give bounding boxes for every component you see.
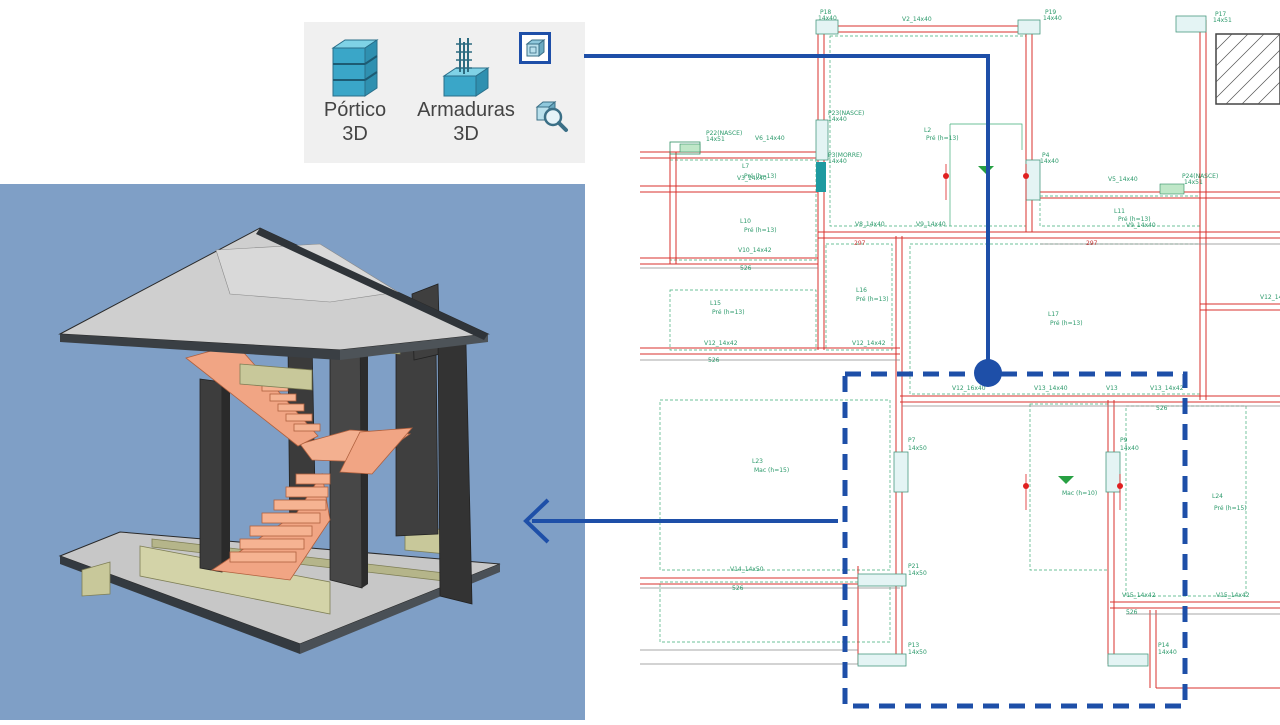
plan-label: L11 xyxy=(1114,208,1125,215)
plan-label: V12_16x40 xyxy=(952,385,986,392)
plan-label: V13_14x42 xyxy=(1150,385,1184,392)
plan-label: V5_14x40 xyxy=(1108,176,1138,183)
plan-label: V2_14x40 xyxy=(902,16,932,23)
plan-label: L15 xyxy=(710,300,721,307)
plan-label: 14x50 xyxy=(908,445,927,452)
plan-label: P9 xyxy=(1120,437,1128,444)
plan-label: 526 xyxy=(708,357,720,364)
plan-label: L16 xyxy=(856,287,867,294)
plan-label: 14x51 xyxy=(706,136,725,143)
plan-label: V9_14x40 xyxy=(916,221,946,228)
plan-label: 526 xyxy=(1126,609,1138,616)
plan-label: P13 xyxy=(908,642,919,649)
plan-label: Pré (h=13) xyxy=(1050,320,1083,327)
plan-label: Pré (h=13) xyxy=(712,309,745,316)
plan-label: P21 xyxy=(908,563,919,570)
ribbon-toolbar: Pórtico 3D Armaduras 3D xyxy=(304,22,585,163)
plan-label: 14x40 xyxy=(1043,15,1062,22)
plan-label: 297 xyxy=(854,240,866,247)
plan-label: 14x40 xyxy=(828,116,847,123)
view-3d-button[interactable] xyxy=(519,32,551,64)
armaduras-3d-button[interactable]: Armaduras 3D xyxy=(408,36,524,146)
plan-label: V13_14x40 xyxy=(1034,385,1068,392)
plan-label: 297 xyxy=(1086,240,1098,247)
plan-label: V8_14x40 xyxy=(855,221,885,228)
plan-svg: P1814x40 V2_14x40P1914x40P1714x51P23(NASC… xyxy=(640,9,1280,689)
zoom-3d-button[interactable] xyxy=(533,97,569,133)
plan-labels: P1814x40 V2_14x40P1914x40P1714x51P23(NASC… xyxy=(704,9,1280,656)
plan-label: L7 xyxy=(742,163,749,170)
plan-label: 14x40 xyxy=(818,15,837,22)
plan-label: Pré (h=13) xyxy=(926,135,959,142)
plan-label: Pré (h=13) xyxy=(856,296,889,303)
plan-label: P14 xyxy=(1158,642,1169,649)
portico-3d-button[interactable]: Pórtico 3D xyxy=(310,36,400,146)
zoom-3d-icon xyxy=(535,100,568,132)
plan-label: 14x51 xyxy=(1213,17,1232,24)
plan-label: 14x40 xyxy=(1040,158,1059,165)
portico-3d-icon xyxy=(331,39,379,97)
plan-label: Pré (h=13) xyxy=(744,227,777,234)
plan-label: P7 xyxy=(908,437,916,444)
plan-label: L24 xyxy=(1212,493,1223,500)
plan-label: 14x50 xyxy=(908,570,927,577)
plan-label: 14x50 xyxy=(908,649,927,656)
plan-label: V15_14x42 xyxy=(1122,592,1156,599)
plan-label: V15_14x42 xyxy=(1216,592,1250,599)
plan-label: V12_14x42 xyxy=(1260,294,1280,301)
floor-plan-drawing[interactable]: P18 14x40 V2_14x40 P19 14x40 P17 14x51 P23(NASC… xyxy=(640,0,1280,720)
plan-label: 14x40 xyxy=(828,158,847,165)
plan-label: V3_14x40 xyxy=(737,175,767,182)
plan-label: V10_14x42 xyxy=(738,247,772,254)
plan-label: 14x40 xyxy=(1120,445,1139,452)
plan-label: L2 xyxy=(924,127,931,134)
3d-view-panel[interactable] xyxy=(0,184,585,720)
3d-stair-model xyxy=(58,227,501,654)
plan-label: V6_14x40 xyxy=(755,135,785,142)
plan-label: L17 xyxy=(1048,311,1059,318)
plan-label: V12_14x42 xyxy=(704,340,738,347)
plan-label: 14x51 xyxy=(1184,179,1203,186)
plan-label: L23 xyxy=(752,458,763,465)
plan-label: V13 xyxy=(1106,385,1118,392)
view-3d-cube-icon xyxy=(525,38,546,58)
plan-label: Mac (h=10) xyxy=(1062,490,1097,497)
plan-label: 526 xyxy=(1156,405,1168,412)
plan-label: 14x40 xyxy=(1158,649,1177,656)
portico-label-line1: Pórtico xyxy=(323,99,387,121)
plan-label: V14_14x50 xyxy=(730,566,764,573)
armaduras-3d-icon xyxy=(442,38,490,97)
plan-label: V9_14x40 xyxy=(1126,222,1156,229)
armaduras-label-line2: 3D xyxy=(453,123,479,145)
plan-label: L10 xyxy=(740,218,751,225)
plan-label: V12_14x42 xyxy=(852,340,886,347)
plan-label: 526 xyxy=(732,585,744,592)
plan-label: 526 xyxy=(740,265,752,272)
plan-label: Pré (h=15) xyxy=(1214,505,1247,512)
plan-label: Mac (h=15) xyxy=(754,467,789,474)
portico-label-line2: 3D xyxy=(342,123,368,145)
armaduras-label-line1: Armaduras xyxy=(417,99,515,121)
